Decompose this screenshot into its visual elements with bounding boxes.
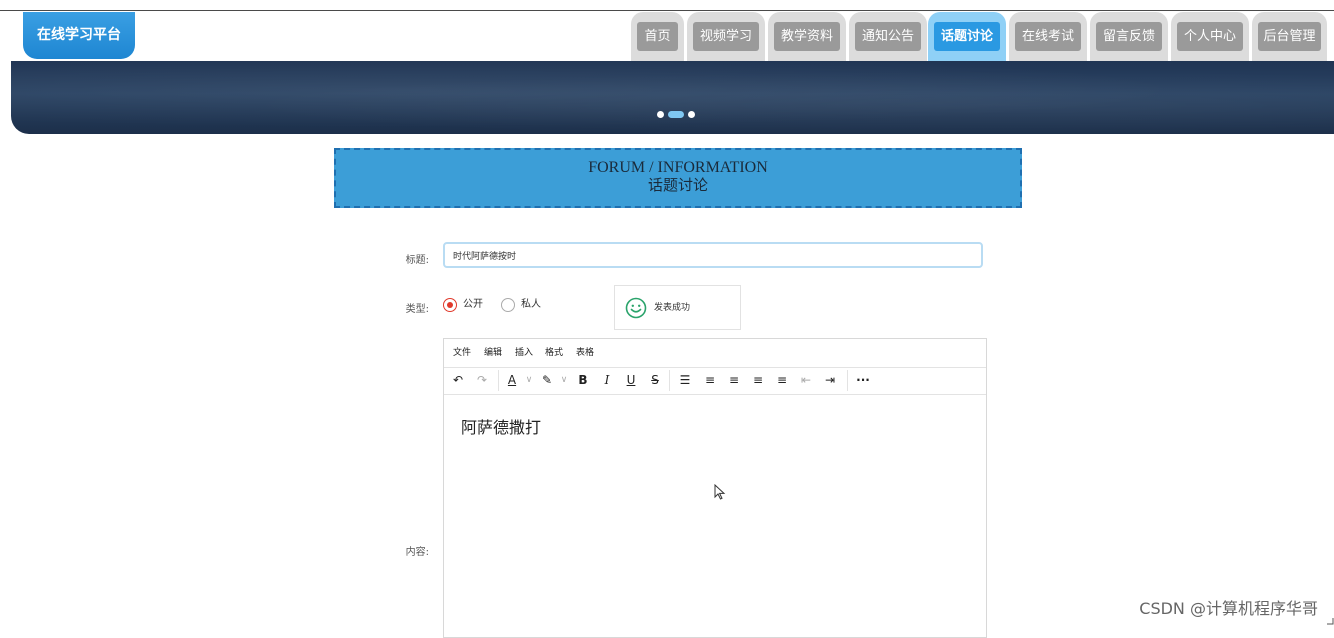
smile-icon	[625, 297, 647, 319]
editor-content[interactable]: 阿萨德撒打	[461, 414, 541, 438]
highlight-icon[interactable]: ✎	[539, 372, 555, 389]
radio-circle	[443, 298, 457, 312]
align-center-icon[interactable]: ≡	[726, 372, 742, 389]
strikethrough-icon[interactable]: S	[647, 372, 663, 389]
justify-icon[interactable]: ≡	[774, 372, 790, 389]
align-right-icon[interactable]: ≡	[750, 372, 766, 389]
title-input[interactable]: 时代阿萨德按时	[443, 242, 983, 268]
toolbar-separator	[498, 370, 499, 391]
nav-label: 通知公告	[855, 22, 921, 51]
nav-item-announcements[interactable]: 通知公告	[849, 12, 927, 61]
nav-item-admin[interactable]: 后台管理	[1252, 12, 1327, 61]
site-logo[interactable]: 在线学习平台	[23, 12, 135, 59]
more-icon[interactable]: ···	[854, 372, 872, 389]
toast-message: 发表成功	[654, 303, 691, 313]
success-toast: 发表成功	[614, 285, 741, 330]
toolbar-separator	[669, 370, 670, 391]
nav-label: 话题讨论	[934, 22, 1000, 51]
nav-label: 留言反馈	[1096, 22, 1162, 51]
editor-menubar: 文件 编辑 插入 格式 表格	[444, 339, 986, 368]
nav-label: 教学资料	[774, 22, 840, 51]
nav-item-online-exam[interactable]: 在线考试	[1009, 12, 1087, 61]
bold-icon[interactable]: B	[575, 372, 591, 389]
chevron-down-icon[interactable]: ∨	[559, 372, 569, 389]
section-title-cn: 话题讨论	[647, 178, 708, 194]
outdent-icon[interactable]: ⇤	[798, 372, 814, 389]
nav-item-topic-discussion[interactable]: 话题讨论	[928, 12, 1006, 61]
nav-item-home[interactable]: 首页	[631, 12, 684, 61]
editor-toolbar: ↶ ↷ A ∨ ✎ ∨ B I U S ☰ ≡ ≡ ≡ ≡ ⇤ ⇥ ···	[444, 367, 986, 395]
radio-public[interactable]: 公开	[443, 298, 493, 314]
nav-item-video-learning[interactable]: 视频学习	[687, 12, 765, 61]
italic-icon[interactable]: I	[599, 372, 615, 389]
watermark-text: CSDN @计算机程序华哥	[1139, 599, 1318, 618]
nav-label: 个人中心	[1177, 22, 1243, 51]
bullet-list-icon[interactable]: ☰	[677, 372, 693, 389]
nav-label: 在线考试	[1015, 22, 1081, 51]
indent-icon[interactable]: ⇥	[822, 372, 838, 389]
content-label: 内容:	[405, 547, 429, 558]
undo-icon[interactable]: ↶	[450, 372, 466, 389]
radio-circle	[501, 298, 515, 312]
top-border-line	[0, 10, 1334, 11]
carousel-dot-2[interactable]	[668, 111, 684, 118]
nav-label: 首页	[637, 22, 678, 51]
text-color-icon[interactable]: A	[504, 372, 520, 389]
section-title-en: FORUM / INFORMATION	[588, 159, 768, 176]
menu-edit[interactable]: 编辑	[484, 348, 502, 359]
nav-item-teaching-materials[interactable]: 教学资料	[768, 12, 846, 61]
menu-insert[interactable]: 插入	[515, 348, 533, 359]
nav-item-personal-center[interactable]: 个人中心	[1171, 12, 1249, 61]
nav-label: 视频学习	[693, 22, 759, 51]
nav-label: 后台管理	[1258, 22, 1321, 51]
type-label: 类型:	[405, 304, 429, 315]
toolbar-separator	[847, 370, 848, 391]
title-label: 标题:	[405, 255, 429, 266]
hero-banner	[11, 61, 1334, 134]
redo-icon[interactable]: ↷	[474, 372, 490, 389]
section-title-box: FORUM / INFORMATION 话题讨论	[334, 148, 1022, 208]
menu-table[interactable]: 表格	[576, 348, 594, 359]
mouse-cursor-icon	[714, 484, 726, 500]
nav-item-feedback[interactable]: 留言反馈	[1090, 12, 1168, 61]
radio-private[interactable]: 私人	[501, 298, 551, 314]
carousel-dot-3[interactable]	[688, 111, 695, 118]
carousel-dot-1[interactable]	[657, 111, 664, 118]
resize-grip-icon	[1327, 618, 1334, 625]
menu-file[interactable]: 文件	[453, 348, 471, 359]
radio-label: 公开	[463, 299, 483, 310]
chevron-down-icon[interactable]: ∨	[524, 372, 534, 389]
menu-format[interactable]: 格式	[545, 348, 563, 359]
align-left-icon[interactable]: ≡	[702, 372, 718, 389]
radio-label: 私人	[521, 299, 541, 310]
underline-icon[interactable]: U	[623, 372, 639, 389]
